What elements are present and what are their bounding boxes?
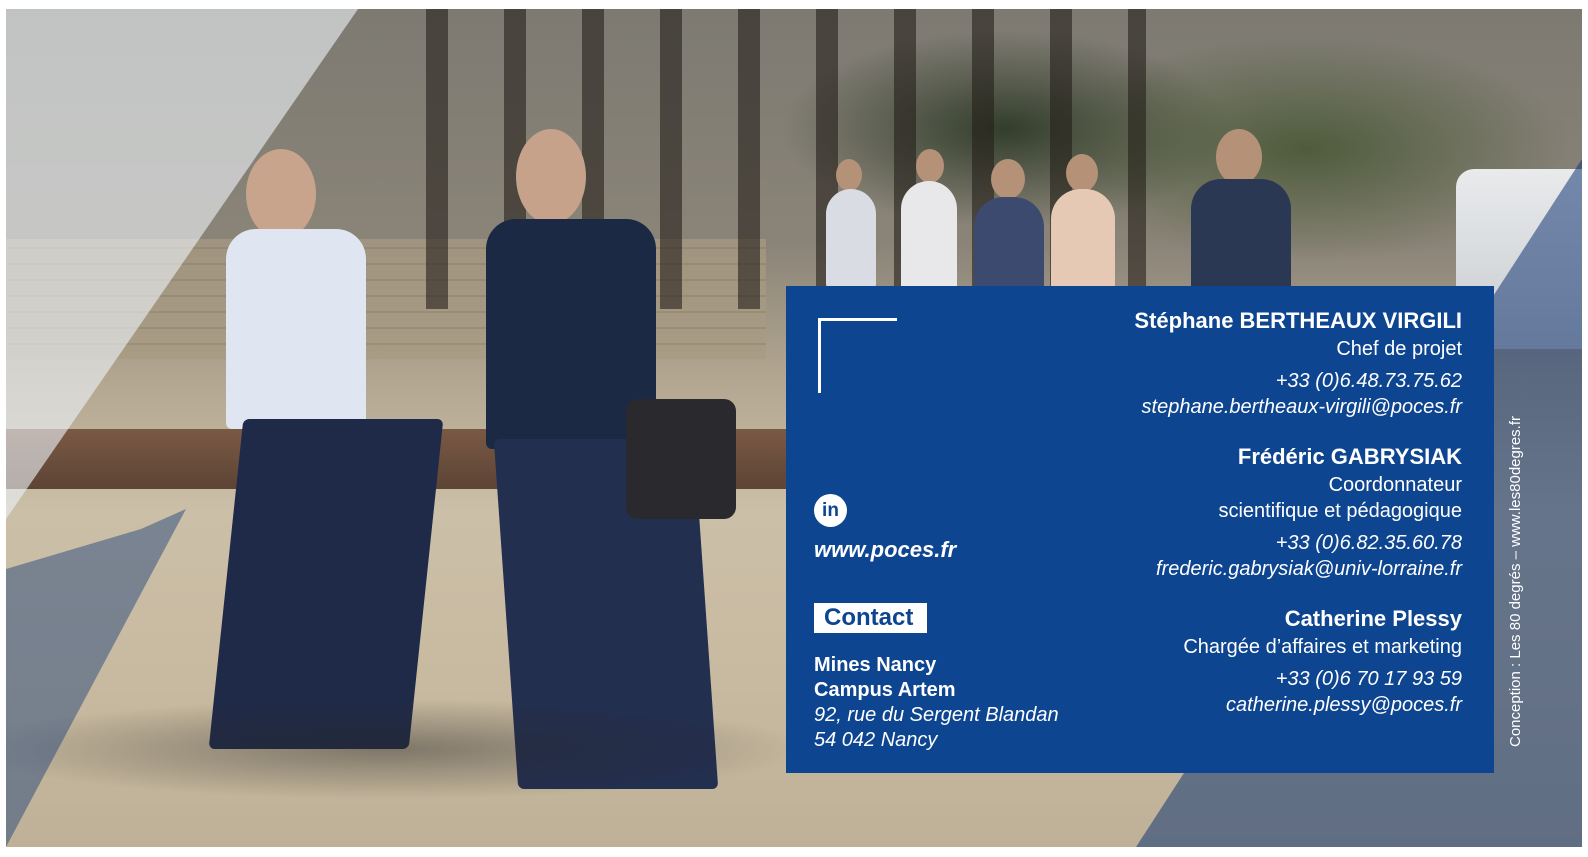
contact-heading: Contact (814, 603, 928, 633)
address-block: Mines Nancy Campus Artem 92, rue du Serg… (814, 653, 1114, 753)
contact-email[interactable]: stephane.bertheaux-virgili@poces.fr (1022, 394, 1462, 420)
contact-entry: Stéphane BERTHEAUX VIRGILI Chef de proje… (1022, 306, 1462, 420)
contact-card: Stéphane BERTHEAUX VIRGILI Chef de proje… (786, 286, 1494, 773)
contact-phone[interactable]: +33 (0)6.48.73.75.62 (1022, 368, 1462, 394)
person-walking-left (186, 149, 456, 769)
design-credit-text: Conception : Les 80 degrés – www.les80de… (1507, 415, 1525, 747)
contact-name: Stéphane BERTHEAUX VIRGILI (1134, 308, 1462, 333)
design-credit: Conception : Les 80 degrés – www.les80de… (1498, 386, 1534, 776)
people-group-background (806, 129, 1366, 299)
address-line: 92, rue du Sergent Blandan (814, 704, 1059, 726)
address-line: 54 042 Nancy (814, 729, 938, 751)
contact-role: Chef de projet (1336, 338, 1462, 360)
address-line: Mines Nancy (814, 654, 937, 676)
contact-name: Frédéric GABRYSIAK (1237, 444, 1462, 469)
website-link[interactable]: www.poces.fr (814, 535, 1114, 565)
info-column: in www.poces.fr Contact Mines Nancy Camp… (814, 494, 1114, 753)
ground-shadow (6, 689, 826, 809)
address-line: Campus Artem (814, 679, 956, 701)
linkedin-icon[interactable]: in (814, 494, 847, 527)
corner-bracket-decoration (818, 318, 897, 393)
